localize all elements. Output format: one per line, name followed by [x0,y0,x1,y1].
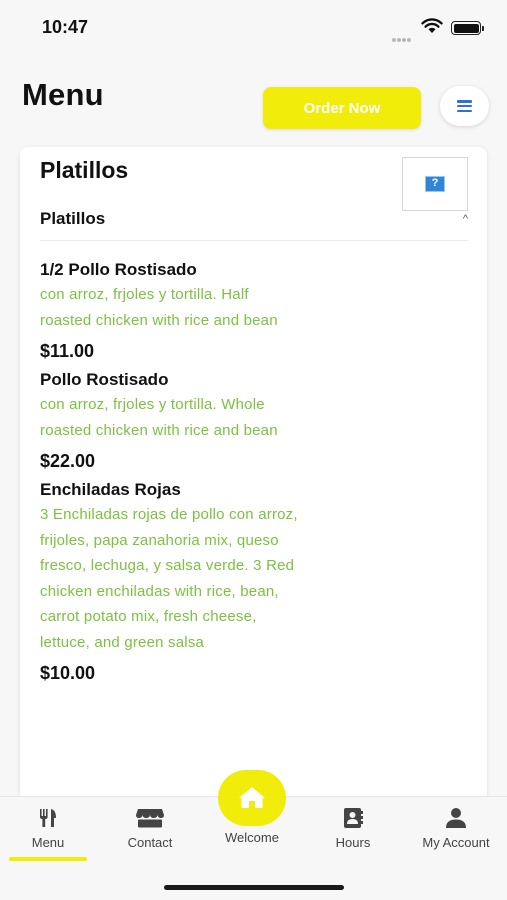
store-icon [136,809,164,828]
item-name: Pollo Rostisado [40,370,169,389]
menu-item[interactable]: Pollo Rostisado con arroz, frjoles y tor… [40,369,300,473]
tab-hours[interactable]: Hours [303,797,403,863]
item-price: $10.00 [40,663,96,683]
wifi-icon [421,18,443,33]
item-description: 3 Enchiladas rojas de pollo con arroz, f… [40,506,298,651]
menu-item[interactable]: 1/2 Pollo Rostisado con arroz, frjoles y… [40,259,300,363]
item-description: con arroz, frjoles y tortilla. Whole roa… [40,396,278,439]
item-name: 1/2 Pollo Rostisado [40,260,197,279]
welcome-label: Welcome [225,830,279,845]
tab-menu[interactable]: Menu [0,797,98,863]
order-now-button[interactable]: Order Now [263,87,421,129]
menu-card: Platillos ? Platillos ^ 1/2 Pollo Rostis… [20,147,487,807]
battery-icon [451,21,484,35]
section-title: Platillos [40,157,129,183]
item-name: Enchiladas Rojas [40,480,181,499]
divider [40,240,468,241]
status-time: 10:47 [42,17,89,37]
broken-image-icon: ? [425,176,445,192]
contact-book-icon [344,808,363,828]
status-bar: 10:47 [0,0,507,55]
tab-label: Menu [31,835,65,850]
fork-knife-icon [40,809,56,827]
home-indicator[interactable] [164,885,344,890]
active-tab-indicator [9,857,87,861]
signal-dots-icon [392,29,414,42]
item-price: $22.00 [40,451,96,471]
chevron-up-icon: ^ [462,213,468,225]
hamburger-icon [457,100,472,112]
menu-item[interactable]: Enchiladas Rojas 3 Enchiladas rojas de p… [40,479,300,685]
welcome-button[interactable] [218,770,286,826]
tab-my-account[interactable]: My Account [406,797,506,863]
item-description: con arroz, frjoles y tortilla. Half roas… [40,286,278,329]
menu-toggle-button[interactable] [440,86,489,126]
tab-contact[interactable]: Contact [100,797,200,863]
accordion-title: Platillos [40,209,106,228]
accordion-header-platillos[interactable]: Platillos ^ [40,201,468,241]
home-icon [239,787,265,808]
tab-label: My Account [422,835,490,850]
menu-item-list: 1/2 Pollo Rostisado con arroz, frjoles y… [40,259,300,691]
tab-label: Hours [335,835,371,850]
tab-label: Contact [127,835,173,850]
item-price: $11.00 [40,341,95,361]
user-icon [446,808,466,828]
page-title: Menu [22,77,104,112]
